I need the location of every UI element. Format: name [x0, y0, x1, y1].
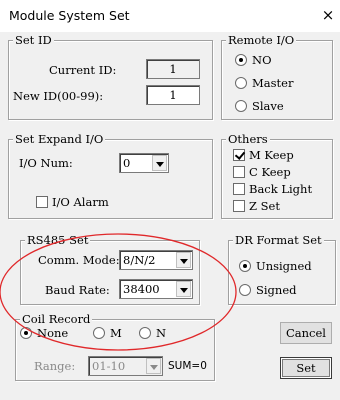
remote-io-group-title: Remote I/O [226, 33, 297, 47]
io-num-value: 0 [123, 156, 131, 170]
chevron-down-icon[interactable] [146, 358, 161, 374]
io-num-label: I/O Num: [19, 156, 73, 170]
dr-format-group-title: DR Format Set [233, 233, 324, 247]
radio-icon [139, 327, 151, 339]
set-button[interactable]: Set [280, 357, 332, 379]
checkbox-icon [233, 183, 245, 195]
comm-mode-label: Comm. Mode: [38, 253, 120, 267]
baud-rate-label: Baud Rate: [45, 283, 110, 297]
current-id-label: Current ID: [49, 63, 117, 77]
radio-icon [239, 284, 251, 296]
others-group-title: Others [226, 132, 270, 146]
comm-mode-select[interactable]: 8/N/2 [119, 250, 193, 270]
others-group: Others M Keep C Keep Back Light Z Set [221, 132, 333, 219]
chevron-down-icon[interactable] [152, 155, 167, 171]
set-id-group: Set ID Current ID: 1 New ID(00-99): 1 [8, 33, 213, 120]
new-id-input[interactable]: 1 [146, 85, 200, 105]
rs485-group-title: RS485 Set [25, 233, 91, 247]
cancel-button[interactable]: Cancel [280, 322, 332, 344]
remote-io-group: Remote I/O NO Master Slave [221, 33, 333, 120]
baud-rate-select[interactable]: 38400 [119, 279, 193, 299]
set-id-group-title: Set ID [13, 33, 54, 47]
sum-text: SUM=0 [168, 360, 207, 372]
baud-rate-value: 38400 [123, 282, 160, 296]
module-system-set-dialog: Module System Set × Set ID Current ID: 1… [0, 0, 340, 400]
comm-mode-value: 8/N/2 [123, 253, 156, 267]
range-label: Range: [34, 359, 76, 373]
close-icon[interactable]: × [320, 6, 336, 24]
title-bar: Module System Set × [0, 0, 340, 32]
chevron-down-icon[interactable] [176, 281, 191, 297]
rs485-group: RS485 Set Comm. Mode: 8/N/2 Baud Rate: 3… [20, 233, 200, 305]
new-id-label: New ID(00-99): [13, 89, 104, 103]
io-num-select[interactable]: 0 [119, 153, 169, 173]
coil-record-group-title: Coil Record [20, 312, 93, 326]
dr-format-group: DR Format Set Unsigned Signed [228, 233, 336, 305]
radio-icon [235, 100, 247, 112]
radio-icon [93, 327, 105, 339]
range-select[interactable]: 01-10 [88, 356, 163, 376]
radio-icon [235, 77, 247, 89]
expand-io-group-title: Set Expand I/O [13, 132, 106, 146]
checkbox-icon [36, 196, 48, 208]
radio-selected-icon [235, 54, 247, 66]
coil-record-group: Coil Record None M N Range: 01-10 SUM=0 [15, 312, 215, 381]
checkbox-icon [233, 166, 245, 178]
radio-selected-icon [20, 327, 32, 339]
current-id-field: 1 [146, 59, 200, 79]
chevron-down-icon[interactable] [176, 252, 191, 268]
range-value: 01-10 [92, 359, 126, 373]
expand-io-group: Set Expand I/O I/O Num: 0 I/O Alarm [8, 132, 213, 219]
radio-selected-icon [239, 260, 251, 272]
checkbox-checked-icon [233, 149, 245, 161]
window-title: Module System Set [9, 8, 130, 23]
checkbox-icon [233, 200, 245, 212]
